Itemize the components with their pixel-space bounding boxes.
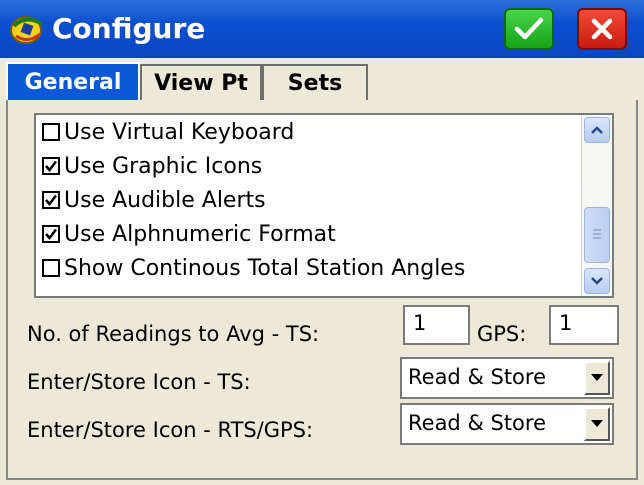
options-listbox[interactable]: Use Virtual Keyboard Use Graphic Icons U… xyxy=(34,113,614,298)
scroll-thumb[interactable] xyxy=(584,207,610,263)
option-use-alphnumeric-format[interactable]: Use Alphnumeric Format xyxy=(42,217,336,251)
ts-readings-input[interactable]: 1 xyxy=(403,305,470,345)
enter-store-rts-value: Read & Store xyxy=(408,411,546,435)
checkmark-icon xyxy=(45,228,57,240)
ok-button[interactable] xyxy=(504,8,554,50)
enter-store-rts-select[interactable]: Read & Store xyxy=(400,403,614,445)
dropdown-arrow-icon xyxy=(591,420,603,427)
tab-sets[interactable]: Sets xyxy=(262,64,368,100)
checkmark-icon xyxy=(45,160,57,172)
gps-label: GPS: xyxy=(477,322,527,346)
checkbox[interactable] xyxy=(42,123,60,141)
enter-store-rts-label: Enter/Store Icon - RTS/GPS: xyxy=(27,418,314,442)
option-label: Use Virtual Keyboard xyxy=(64,119,295,145)
checkmark-icon xyxy=(45,194,57,206)
dropdown-arrow-icon xyxy=(591,374,603,381)
scroll-down-button[interactable] xyxy=(584,268,610,294)
vertical-scrollbar[interactable] xyxy=(581,115,612,296)
option-use-audible-alerts[interactable]: Use Audible Alerts xyxy=(42,183,266,217)
enter-store-ts-label: Enter/Store Icon - TS: xyxy=(27,370,251,394)
dropdown-button[interactable] xyxy=(584,407,610,441)
enter-store-ts-value: Read & Store xyxy=(408,365,546,389)
option-label: Use Graphic Icons xyxy=(64,153,263,179)
close-button[interactable] xyxy=(577,8,627,50)
readings-label: No. of Readings to Avg - TS: xyxy=(27,322,320,346)
chevron-down-icon xyxy=(591,277,603,285)
option-label: Use Alphnumeric Format xyxy=(64,221,336,247)
chevron-up-icon xyxy=(591,126,603,134)
configure-window: Configure General View Pt Sets Use Virtu… xyxy=(0,0,644,485)
close-icon xyxy=(591,18,613,40)
option-use-virtual-keyboard[interactable]: Use Virtual Keyboard xyxy=(42,115,294,149)
tab-strip: General View Pt Sets xyxy=(0,58,644,101)
grip-icon xyxy=(593,229,601,239)
gps-readings-input[interactable]: 1 xyxy=(549,305,619,345)
dropdown-button[interactable] xyxy=(584,361,610,395)
app-logo-icon xyxy=(10,16,44,44)
option-use-graphic-icons[interactable]: Use Graphic Icons xyxy=(42,149,262,183)
scroll-up-button[interactable] xyxy=(584,117,610,143)
option-label: Use Audible Alerts xyxy=(64,187,266,213)
title-bar: Configure xyxy=(0,0,644,58)
checkbox-checked[interactable] xyxy=(42,157,60,175)
checkbox[interactable] xyxy=(42,259,60,277)
option-show-continous-total-station-angles[interactable]: Show Continous Total Station Angles xyxy=(42,251,465,285)
tab-general[interactable]: General xyxy=(6,62,140,100)
checkmark-icon xyxy=(514,17,544,40)
option-label: Show Continous Total Station Angles xyxy=(64,255,466,281)
enter-store-ts-select[interactable]: Read & Store xyxy=(400,357,614,399)
checkbox-checked[interactable] xyxy=(42,191,60,209)
tab-view-pt[interactable]: View Pt xyxy=(140,64,262,100)
checkbox-checked[interactable] xyxy=(42,225,60,243)
window-title: Configure xyxy=(52,12,206,45)
